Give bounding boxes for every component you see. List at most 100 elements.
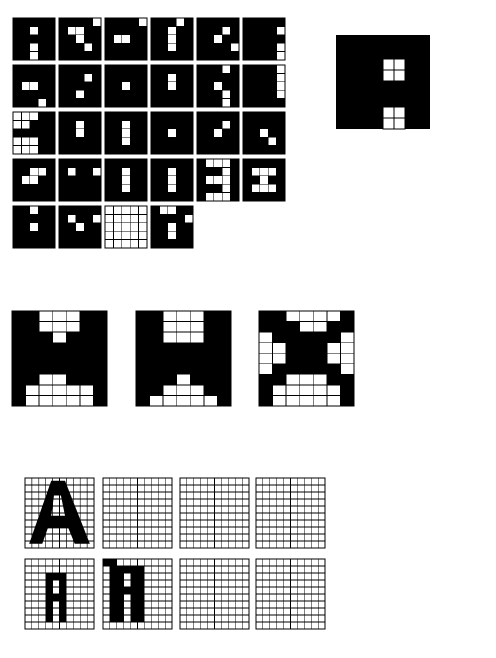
pixel bbox=[269, 498, 277, 507]
pixel bbox=[283, 621, 291, 630]
pixel bbox=[102, 491, 111, 500]
pixel bbox=[86, 621, 95, 630]
pixel bbox=[66, 621, 74, 630]
pixel bbox=[186, 621, 195, 630]
pixel bbox=[38, 321, 54, 333]
pixel bbox=[283, 477, 291, 486]
pixel bbox=[285, 395, 301, 407]
pixel bbox=[241, 505, 250, 514]
pixel bbox=[310, 498, 319, 507]
glyph-i bbox=[104, 64, 148, 108]
pixel bbox=[102, 533, 111, 542]
pixel bbox=[221, 505, 229, 514]
pixel bbox=[164, 477, 173, 486]
pixel bbox=[179, 572, 188, 581]
pixel bbox=[193, 540, 202, 549]
pixel bbox=[221, 600, 229, 609]
pixel bbox=[310, 505, 319, 514]
pixel bbox=[104, 230, 114, 240]
pixel bbox=[262, 565, 271, 574]
pixel bbox=[317, 586, 326, 595]
pixel bbox=[179, 607, 188, 616]
pixel bbox=[269, 540, 277, 549]
pixel bbox=[241, 579, 250, 588]
glyph-h-background bbox=[59, 65, 101, 107]
pixel bbox=[45, 572, 53, 581]
pixel bbox=[193, 505, 202, 514]
pixel bbox=[214, 533, 222, 542]
pixel bbox=[186, 572, 195, 581]
pixel bbox=[214, 621, 222, 630]
pixel bbox=[104, 222, 114, 232]
pixel bbox=[31, 586, 40, 595]
pixel bbox=[310, 558, 319, 567]
pixel bbox=[151, 498, 159, 507]
pixel bbox=[221, 498, 229, 507]
glyph-a bbox=[12, 17, 56, 61]
pixel bbox=[116, 540, 125, 549]
pixel bbox=[157, 477, 166, 486]
pixel bbox=[52, 310, 67, 322]
pixel bbox=[221, 607, 229, 616]
pixel bbox=[189, 395, 205, 407]
pixel bbox=[303, 579, 312, 588]
pixel bbox=[326, 395, 341, 407]
pixel bbox=[162, 395, 178, 407]
pixel bbox=[221, 586, 229, 595]
pixel bbox=[214, 540, 222, 549]
pixel bbox=[269, 558, 277, 567]
pixel bbox=[193, 477, 202, 486]
pixel bbox=[303, 614, 312, 623]
glyph-y bbox=[12, 205, 56, 249]
pixel bbox=[102, 600, 111, 609]
pixel bbox=[186, 498, 195, 507]
pixel bbox=[24, 621, 33, 630]
pixel bbox=[116, 533, 125, 542]
pixel bbox=[138, 213, 148, 224]
pixel bbox=[38, 572, 46, 581]
pixel bbox=[310, 484, 319, 493]
pixel bbox=[241, 512, 250, 521]
input-grid-empty-2 bbox=[179, 477, 250, 549]
pixel bbox=[144, 607, 152, 616]
pixel bbox=[116, 558, 125, 567]
pixel bbox=[290, 607, 298, 616]
pixel bbox=[255, 565, 264, 574]
pixel bbox=[38, 586, 46, 595]
pixel bbox=[317, 498, 326, 507]
pixel bbox=[310, 572, 319, 581]
pixel bbox=[138, 17, 148, 27]
feature-map-m bbox=[11, 310, 108, 407]
pixel bbox=[73, 593, 81, 602]
pixel bbox=[24, 565, 33, 574]
pixel bbox=[104, 213, 114, 224]
pixel bbox=[250, 166, 261, 177]
pixel bbox=[221, 519, 229, 528]
pixel bbox=[164, 593, 173, 602]
pixel bbox=[179, 558, 188, 567]
pixel bbox=[228, 558, 236, 567]
pixel bbox=[151, 519, 159, 528]
pixel bbox=[303, 484, 312, 493]
pixel bbox=[79, 484, 88, 493]
pixel bbox=[276, 477, 284, 486]
pixel bbox=[241, 498, 250, 507]
pixel bbox=[52, 621, 60, 630]
pixel bbox=[151, 533, 159, 542]
pixel bbox=[130, 572, 138, 581]
pixel bbox=[123, 586, 131, 595]
pixel bbox=[221, 579, 229, 588]
pixel bbox=[157, 498, 166, 507]
pixel bbox=[186, 519, 195, 528]
pixel bbox=[283, 579, 291, 588]
pixel bbox=[259, 128, 269, 138]
pixel bbox=[269, 614, 277, 623]
pixel bbox=[116, 572, 125, 581]
pixel bbox=[207, 614, 215, 623]
pixel bbox=[67, 25, 77, 36]
pixel bbox=[116, 586, 125, 595]
pixel bbox=[79, 600, 88, 609]
pixel bbox=[186, 484, 195, 493]
pixel bbox=[221, 526, 229, 535]
pixel bbox=[86, 484, 95, 493]
